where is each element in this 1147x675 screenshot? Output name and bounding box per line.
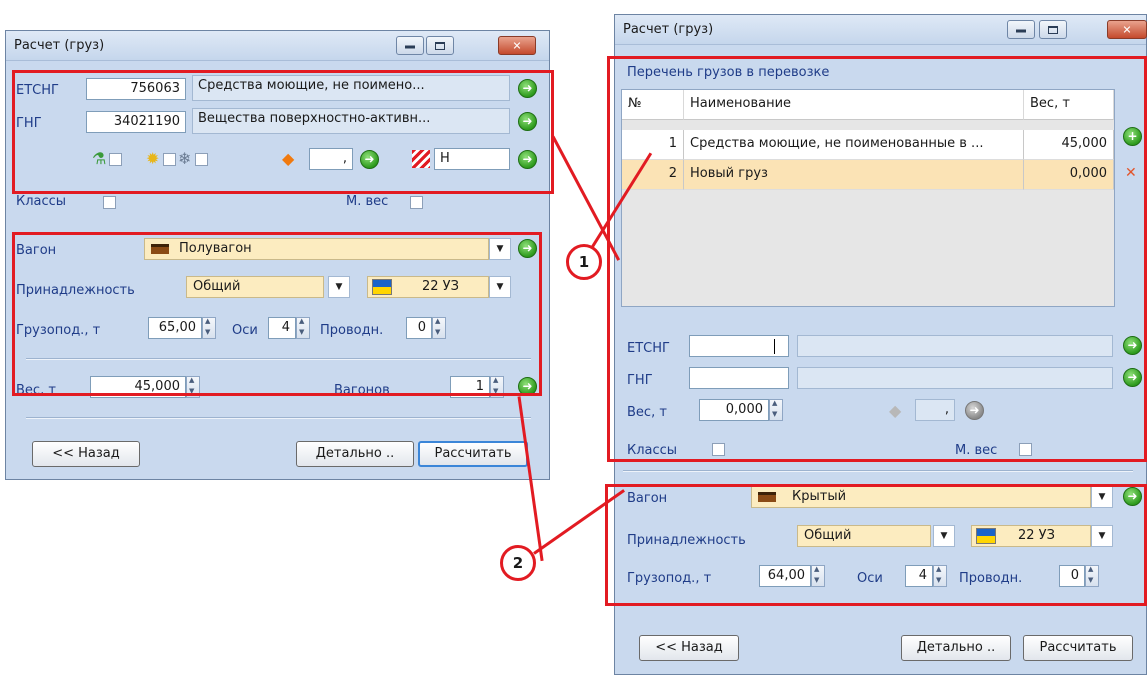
mweight-label: М. вес xyxy=(346,194,389,209)
highlight-right-cargo xyxy=(607,56,1147,462)
detail-button[interactable]: Детально .. xyxy=(901,635,1011,661)
left-title-bar: Расчет (груз) ✕ xyxy=(6,31,549,61)
detail-button[interactable]: Детально .. xyxy=(296,441,414,467)
left-window-title: Расчет (груз) xyxy=(14,38,105,53)
maximize-button[interactable] xyxy=(426,36,454,55)
minimize-button[interactable] xyxy=(1007,20,1035,39)
calc-button[interactable]: Рассчитать xyxy=(418,441,528,467)
right-window-title: Расчет (груз) xyxy=(623,22,714,37)
minimize-icon xyxy=(1016,29,1026,33)
back-button[interactable]: << Назад xyxy=(32,441,140,467)
minimize-button[interactable] xyxy=(396,36,424,55)
classes-checkbox[interactable] xyxy=(103,196,116,209)
maximize-icon xyxy=(1048,25,1058,34)
close-icon: ✕ xyxy=(1122,23,1132,36)
minimize-icon xyxy=(405,45,415,49)
close-button[interactable]: ✕ xyxy=(498,36,536,55)
highlight-left-cargo xyxy=(12,70,554,194)
maximize-icon xyxy=(435,41,445,50)
callout-1: 1 xyxy=(566,244,602,280)
calc-button[interactable]: Рассчитать xyxy=(1023,635,1133,661)
mid-separator xyxy=(623,470,1133,472)
callout-2: 2 xyxy=(500,545,536,581)
bottom-separator xyxy=(26,417,531,419)
right-title-bar: Расчет (груз) ✕ xyxy=(615,15,1147,45)
close-icon: ✕ xyxy=(512,39,522,52)
back-button[interactable]: << Назад xyxy=(639,635,739,661)
highlight-right-wagon xyxy=(605,484,1147,606)
classes-label: Классы xyxy=(16,194,67,209)
mweight-checkbox[interactable] xyxy=(410,196,423,209)
close-button[interactable]: ✕ xyxy=(1107,20,1147,39)
maximize-button[interactable] xyxy=(1039,20,1067,39)
highlight-left-wagon xyxy=(12,232,542,396)
